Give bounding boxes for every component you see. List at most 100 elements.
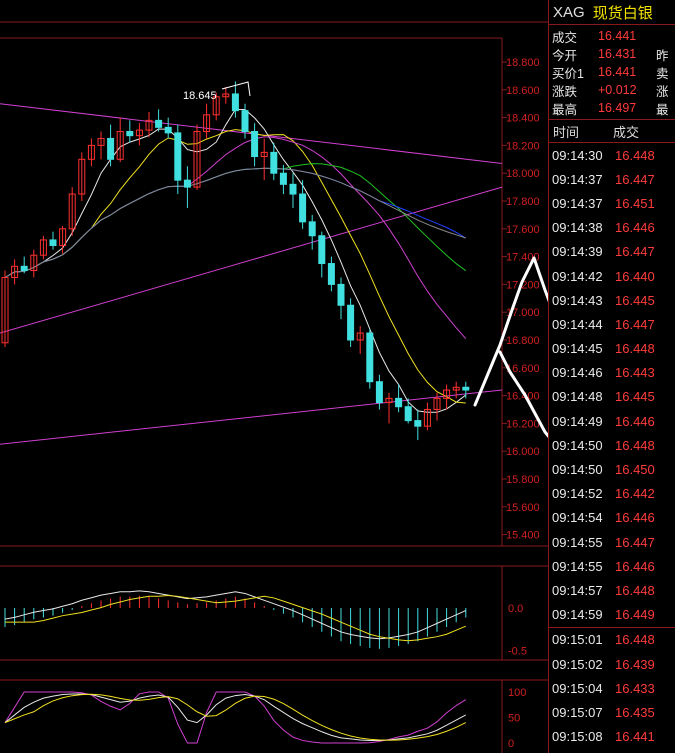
trade-row: 09:14:55 16.446 (549, 554, 675, 578)
trade-time: 09:14:30 (552, 147, 603, 163)
trade-price: 16.440 (615, 268, 655, 284)
trades-time-header: 时间 (553, 124, 580, 140)
kdj-j-line (4, 691, 467, 744)
y-tick-label: 16.200 (506, 418, 540, 430)
trades-list[interactable]: 09:14:30 16.448 09:14:37 16.447 09:14:37 16.4… (549, 143, 675, 749)
trade-row: 09:14:50 16.450 (549, 457, 675, 481)
trade-row: 09:15:04 16.433 (549, 676, 675, 700)
trade-time: 09:14:55 (552, 558, 603, 574)
candle (327, 263, 335, 285)
trade-time: 09:14:52 (552, 486, 603, 502)
y-tick-label: 16.800 (506, 335, 540, 347)
trade-time: 09:14:42 (552, 268, 603, 284)
trade-row: 09:15:01 16.448 (549, 626, 675, 652)
macd-tick-label: -0.5 (508, 646, 527, 658)
trade-row: 09:14:44 16.447 (549, 312, 675, 336)
trade-time: 09:14:49 (552, 413, 603, 429)
y-tick-label: 18.600 (506, 85, 540, 97)
trade-price: 16.445 (615, 292, 655, 308)
trade-price: 16.447 (615, 244, 655, 260)
high-annotation: 18.645 (183, 90, 217, 102)
kdj-k-line (4, 693, 467, 741)
kdj-tick-label: 0 (508, 738, 514, 750)
trade-row: 09:14:37 16.447 (549, 167, 675, 191)
y-tick-label: 15.800 (506, 474, 540, 486)
quote-extra: 最 (656, 102, 669, 117)
trade-price: 16.443 (615, 365, 655, 381)
trade-price: 16.450 (615, 462, 655, 478)
candle (270, 151, 278, 174)
trade-price: 16.447 (615, 171, 655, 187)
trendline (0, 389, 503, 445)
trade-row: 09:14:55 16.447 (549, 530, 675, 554)
quote-row: 成交 16.441 (549, 27, 675, 45)
quote-value: 16.441 (598, 65, 637, 79)
trade-time: 09:14:50 (552, 437, 603, 453)
candle (183, 179, 191, 188)
trade-time: 09:14:43 (552, 292, 603, 308)
candle (49, 239, 57, 246)
price-chart[interactable]: 18.800 18.600 18.400 18.200 18.000 17.800 17.6… (0, 0, 548, 753)
y-tick-label: 18.200 (506, 140, 540, 152)
y-tick-label: 18.400 (506, 113, 540, 125)
trade-time: 09:14:57 (552, 582, 603, 598)
ma60-line (4, 167, 466, 278)
quote-row: 买价1 16.441 卖 (549, 63, 675, 81)
quote-row: 最高 16.497 最 (549, 99, 675, 117)
y-tick-label: 17.800 (506, 196, 540, 208)
trade-price: 16.433 (615, 680, 655, 696)
kdj-d-line (4, 693, 467, 741)
candle (155, 119, 163, 128)
y-tick-label: 15.600 (506, 502, 540, 514)
chart-area[interactable]: 18.800 18.600 18.400 18.200 18.000 17.800 17.6… (0, 0, 548, 753)
trade-time: 09:14:50 (552, 462, 603, 478)
ma40-line (4, 167, 467, 278)
quote-label: 涨跌 (552, 84, 578, 99)
trade-time: 09:15:01 (552, 632, 603, 648)
trade-time: 09:14:46 (552, 365, 603, 381)
quote-row: 涨跌 +0.012 涨 (549, 81, 675, 99)
trade-time: 09:14:44 (552, 316, 603, 332)
symbol-label: XAG (553, 3, 585, 21)
quote-label: 今开 (552, 48, 578, 63)
candle (20, 265, 28, 271)
trade-row: 09:14:49 16.446 (549, 409, 675, 433)
candle (308, 221, 316, 237)
trade-price: 16.439 (615, 656, 655, 672)
trade-price: 16.445 (615, 389, 655, 405)
y-tick-label: 16.000 (506, 446, 540, 458)
trade-time: 09:14:45 (552, 341, 603, 357)
y-tick-label: 18.000 (506, 168, 540, 180)
candle (375, 381, 383, 404)
trade-row: 09:14:42 16.440 (549, 264, 675, 288)
trade-row: 09:15:02 16.439 (549, 652, 675, 676)
trade-row: 09:14:52 16.442 (549, 482, 675, 506)
trade-time: 09:15:04 (552, 680, 603, 696)
candle (107, 137, 115, 160)
trade-time: 09:14:37 (552, 195, 603, 211)
quote-value: 16.497 (598, 101, 637, 115)
quote-extra: 昨 (656, 48, 669, 63)
quote-value: 16.431 (598, 47, 637, 61)
candle (174, 132, 182, 181)
trade-price: 16.446 (615, 220, 655, 236)
trade-row: 09:14:57 16.448 (549, 578, 675, 602)
trade-price: 16.441 (615, 729, 655, 745)
trade-row: 09:14:50 16.448 (549, 433, 675, 457)
trade-price: 16.435 (615, 704, 655, 720)
quote-value: 16.441 (598, 29, 637, 43)
trade-row: 09:14:45 16.448 (549, 337, 675, 361)
candle (347, 304, 355, 341)
trade-time: 09:14:59 (552, 607, 603, 623)
trade-row: 09:14:59 16.449 (549, 603, 675, 627)
candle (414, 420, 422, 427)
quote-label: 成交 (552, 30, 578, 45)
trade-price: 16.447 (615, 316, 655, 332)
quote-block: 成交 16.441 今开 16.431 昨 买价1 16.441 卖 涨跌 +0.012 涨 … (549, 25, 675, 120)
candle (231, 93, 239, 112)
trade-row: 09:14:43 16.445 (549, 288, 675, 312)
trade-price: 16.448 (615, 632, 655, 648)
y-tick-label: 15.400 (506, 530, 540, 542)
trade-row: 09:14:38 16.446 (549, 216, 675, 240)
trade-time: 09:14:48 (552, 389, 603, 405)
